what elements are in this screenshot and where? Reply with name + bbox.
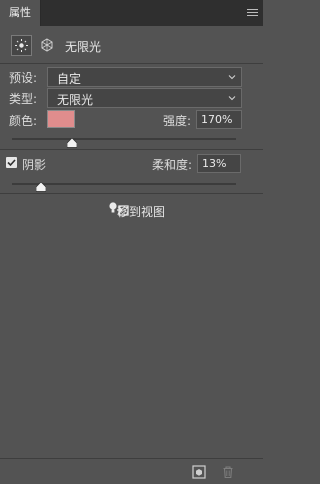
- color-label: 颜色:: [9, 114, 38, 128]
- preset-label: 预设:: [9, 71, 38, 85]
- trash-icon[interactable]: [221, 465, 235, 479]
- intensity-label: 强度:: [163, 114, 192, 128]
- type-label: 类型:: [9, 92, 38, 106]
- render-icon[interactable]: [192, 465, 206, 479]
- bottom-toolbar: [0, 458, 263, 484]
- tab-properties[interactable]: 属性: [0, 0, 41, 26]
- intensity-slider-thumb[interactable]: [67, 138, 78, 148]
- intensity-input[interactable]: 170%: [196, 110, 242, 129]
- panel-menu-icon[interactable]: [247, 9, 258, 17]
- section-divider: [0, 193, 263, 194]
- type-select[interactable]: 无限光: [47, 88, 242, 108]
- chevron-down-icon: [228, 96, 236, 101]
- coordinates-icon[interactable]: [40, 38, 54, 52]
- type-value: 无限光: [57, 93, 94, 107]
- move-to-view-label[interactable]: 移到视图: [117, 203, 165, 220]
- sun-icon: [15, 39, 28, 52]
- color-swatch[interactable]: [47, 110, 75, 128]
- softness-slider-thumb[interactable]: [36, 182, 47, 192]
- properties-header: 无限光: [0, 26, 263, 64]
- softness-input[interactable]: 13%: [197, 154, 241, 173]
- chevron-down-icon: [228, 75, 236, 80]
- preset-select[interactable]: 自定: [47, 67, 242, 87]
- light-properties-button[interactable]: [11, 35, 32, 56]
- checkmark-icon: [7, 159, 16, 167]
- section-divider: [0, 149, 263, 150]
- preset-value: 自定: [57, 72, 82, 86]
- softness-label: 柔和度:: [152, 158, 193, 172]
- shadow-checkbox[interactable]: [6, 157, 17, 168]
- light-title: 无限光: [65, 40, 102, 54]
- intensity-slider-track[interactable]: [12, 138, 236, 140]
- shadow-label: 阴影: [22, 158, 47, 172]
- panel-tab-bar: 属性: [0, 0, 263, 26]
